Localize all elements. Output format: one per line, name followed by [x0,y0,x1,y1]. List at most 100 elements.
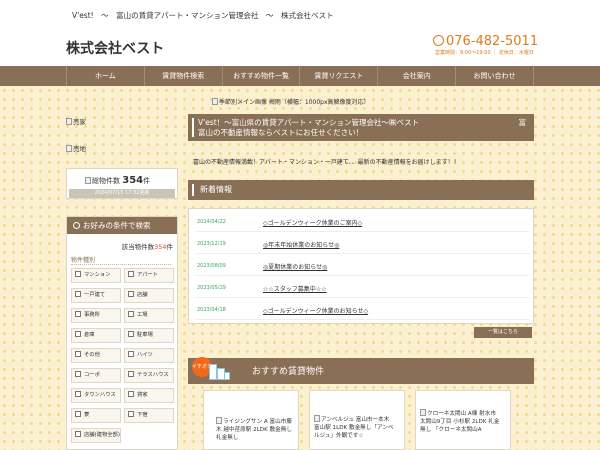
news-link[interactable]: ☆☆スタッフ募集中☆☆ [263,284,327,293]
news-link[interactable]: ◎夏期休業のお知らせ◎ [263,262,327,271]
checkbox[interactable] [128,271,134,277]
option-label: 駐車場 [137,332,153,338]
property-card[interactable]: クローネ太閤山 A棟 射水市太閤山9丁目 小杉駅 2LDK 礼金無し 「クローネ… [415,390,511,450]
type-options: マンション アパート 一戸建て 店舗 事務所 工場 倉庫 駐車場 その他 ハイツ… [71,268,175,443]
option-terrace-house[interactable]: テラスハウス [124,368,174,383]
property-card-text: アンベルジュ 富山市一本木 富山駅 1LDK 敷金無し「アンベルジュ」外観です☆ [314,415,394,440]
nav-request[interactable]: 賃貸リクエスト [299,66,377,86]
checkbox[interactable] [75,431,81,437]
option-rental-house[interactable]: 貸家 [124,388,174,403]
top-bar: V'est! ～ 富山の賃貸アパート・マンション管理会社 ～ 株式会社ベスト [0,0,600,30]
news-header: 新着情報 [188,180,534,200]
link-label: 売地 [73,145,86,153]
option-house[interactable]: 一戸建て [71,288,121,303]
checkbox[interactable] [128,391,134,397]
news-item[interactable]: 2023/05/29 ☆☆スタッフ募集中☆☆ [195,277,529,298]
option-mansion[interactable]: マンション [71,268,121,283]
property-alt: ライジングサン A 富山市藤木 越中荏原駅 2LDK 敷金無し 礼金無し [216,419,292,441]
hero-image: 季節別メイン画像 梅雨（横幅：1000px高解像度対応） [212,97,370,106]
option-factory[interactable]: 工場 [124,308,174,323]
page-title-overflow: 富 [518,118,527,127]
main-nav: ホーム 賃貸物件検索 おすすめ物件一覧 賃貸リクエスト 会社案内 お問い合わせ [0,66,600,86]
checkbox[interactable] [75,291,81,297]
option-label: 倉庫 [84,332,95,338]
option-warehouse[interactable]: 倉庫 [71,328,121,343]
tagline: V'est! ～ 富山の賃貸アパート・マンション管理会社 ～ 株式会社ベスト [72,11,334,20]
option-office[interactable]: 事務所 [71,308,121,323]
news-list: 2024/04/22 ◇ゴールデンウィーク休業のご案内◇ 2023/12/19 ◎年… [188,208,534,324]
checkbox[interactable] [75,271,81,277]
checkbox[interactable] [75,311,81,317]
option-other[interactable]: その他 [71,348,121,363]
option-store[interactable]: 店舗 [124,288,174,303]
checkbox[interactable] [75,331,81,337]
checkbox[interactable] [128,291,134,297]
news-link[interactable]: ◇ゴールデンウィーク休業のお知らせ◇ [263,306,368,315]
news-item[interactable]: 2023/08/09 ◎夏期休業のお知らせ◎ [195,255,529,276]
news-item[interactable]: 2023/04/18 ◇ゴールデンウィーク休業のお知らせ◇ [195,299,529,320]
news-date: 2024/04/22 [197,219,226,225]
checkbox[interactable] [128,331,134,337]
link-label: 売家 [73,118,86,126]
news-link[interactable]: ◇ゴールデンウィーク休業のご案内◇ [263,218,362,227]
option-boarding[interactable]: 下宿 [124,408,174,423]
checkbox[interactable] [75,391,81,397]
option-apartment[interactable]: アパート [124,268,174,283]
nav-home[interactable]: ホーム [66,66,144,86]
news-link[interactable]: ◎年末年始休業のお知らせ◎ [263,240,339,249]
news-title: 新着情報 [200,185,232,194]
option-heights[interactable]: ハイツ [124,348,174,363]
news-item[interactable]: 2024/04/22 ◇ゴールデンウィーク休業のご案内◇ [195,211,529,232]
checkbox[interactable] [75,351,81,357]
nav-recommended[interactable]: おすすめ物件一覧 [221,66,300,86]
phone-text: 076-482-5011 [446,34,539,49]
checkbox[interactable] [128,351,134,357]
nav-search[interactable]: 賃貸物件検索 [143,66,222,86]
count-line: 総物件数 354件 [85,175,150,186]
news-date: 2023/08/09 [197,263,226,269]
option-label: 寮 [84,412,90,418]
property-card[interactable]: アンベルジュ 富山市一本木 富山駅 1LDK 敷金無し「アンベルジュ」外観です☆ [309,390,405,450]
property-alt: アンベルジュ 富山市一本木 富山駅 1LDK 敷金無し「アンベルジュ」外観です☆ [314,417,394,439]
checkbox[interactable] [128,411,134,417]
hit-unit: 件 [166,243,174,251]
phone-number[interactable]: 076-482-5011 [433,34,538,49]
count-unit: 件 [143,177,151,185]
option-corpo[interactable]: コーポ [71,368,121,383]
option-label: その他 [84,352,100,358]
checkbox[interactable] [75,411,81,417]
search-panel: お好みの条件で検索 該当物件数354件 物件種別 マンション アパート 一戸建て… [66,216,178,450]
hit-label: 該当物件数 [121,243,155,251]
option-label: 下宿 [137,412,148,418]
checkbox[interactable] [75,371,81,377]
hero-alt-text: 季節別メイン画像 梅雨（横幅：1000px高解像度対応） [219,99,370,106]
news-date: 2023/04/18 [197,307,226,313]
updated-timestamp: 2024/07/15 17:32更新 [69,189,175,198]
property-alt: クローネ太閤山 A棟 射水市太閤山9丁目 小杉駅 2LDK 礼金無し 「クローネ… [420,411,500,433]
sidebar-link-house[interactable]: 売家 [66,116,86,126]
sidebar-link-land[interactable]: 売地 [66,143,86,153]
news-item[interactable]: 2023/12/19 ◎年末年始休業のお知らせ◎ [195,233,529,254]
option-parking[interactable]: 駐車場 [124,328,174,343]
count-label: 総物件数 [92,177,120,185]
option-town-house[interactable]: タウンハウス [71,388,121,403]
hit-count: 該当物件数354件 [122,241,173,251]
count-value: 354 [122,175,144,186]
hit-value: 354 [154,243,167,251]
news-more-button[interactable]: 一覧はこちら [474,327,532,338]
broken-image-icon [212,98,218,105]
option-dorm[interactable]: 寮 [71,408,121,423]
option-whole-store[interactable]: 店舗(建物全部) [71,428,121,443]
nav-contact[interactable]: お問い合わせ [455,66,534,86]
checkbox[interactable] [128,311,134,317]
recommended-header: イチオシ おすすめ賃貸物件 [188,357,534,384]
intro-text: 富山の不動産情報満載！アパート・マンション・一戸建て、、最新の不動産情報をお届け… [193,159,460,166]
checkbox[interactable] [128,371,134,377]
title-accent [192,184,194,196]
option-label: タウンハウス [84,392,116,398]
option-label: 事務所 [84,312,100,318]
phone-icon [433,35,444,46]
company-logo[interactable]: 株式会社ベスト [66,38,164,58]
nav-company[interactable]: 会社案内 [377,66,455,86]
property-card[interactable]: ライジングサン A 富山市藤木 越中荏原駅 2LDK 敷金無し 礼金無し [203,390,299,450]
